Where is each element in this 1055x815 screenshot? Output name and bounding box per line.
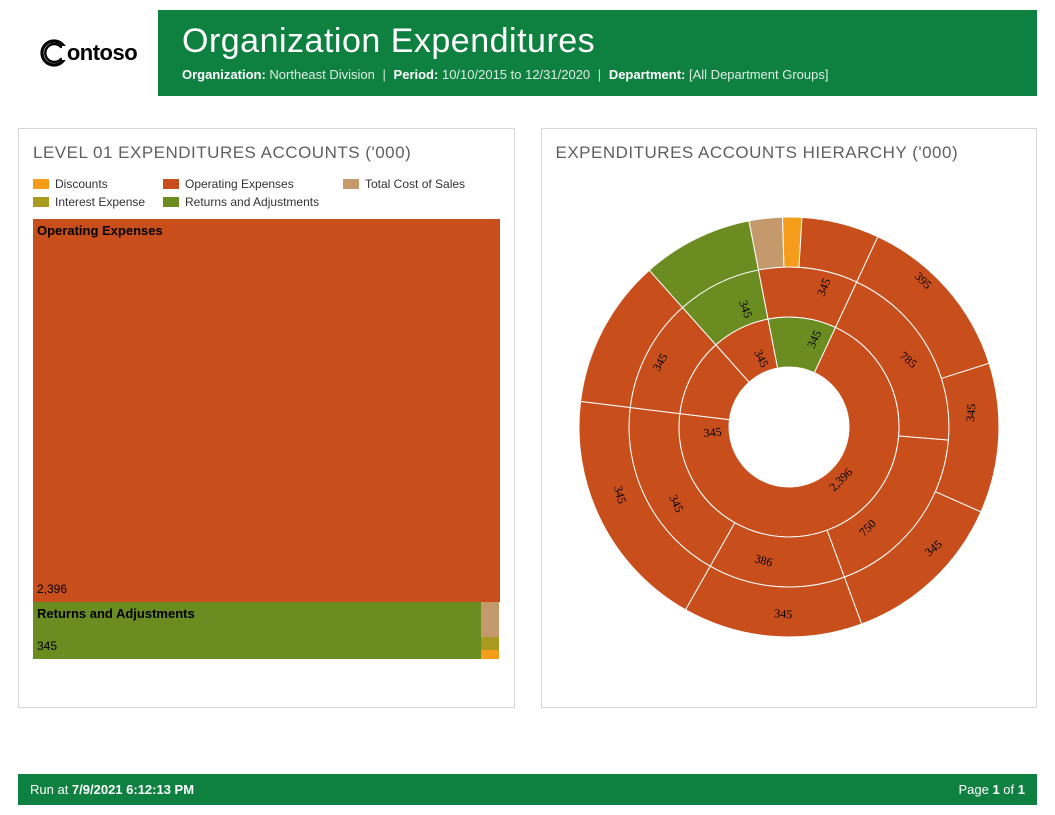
treemap-block-interest[interactable] <box>481 637 500 650</box>
panel-title-right: EXPENDITURES ACCOUNTS HIERARCHY ('000) <box>556 143 1023 163</box>
logo-text: ontoso <box>67 40 137 66</box>
legend-item: Returns and Adjustments <box>163 195 343 209</box>
legend-label: Total Cost of Sales <box>365 177 465 191</box>
org-value: Northeast Division <box>269 67 375 82</box>
swatch-icon <box>163 179 179 189</box>
dept-label: Department: <box>609 67 686 82</box>
treemap-panel: LEVEL 01 EXPENDITURES ACCOUNTS ('000) Di… <box>18 128 515 708</box>
title-bar: Organization Expenditures Organization: … <box>158 10 1037 96</box>
swatch-icon <box>343 179 359 189</box>
legend-item: Discounts <box>33 177 163 191</box>
treemap-block-label: Returns and Adjustments <box>33 602 481 621</box>
legend-item: Total Cost of Sales <box>343 177 493 191</box>
treemap-block-operating-expenses[interactable]: Operating Expenses 2,396 <box>33 219 500 602</box>
legend-label: Operating Expenses <box>185 177 294 191</box>
treemap-block-value: 345 <box>33 639 63 657</box>
org-label: Organization: <box>182 67 266 82</box>
run-time: 7/9/2021 6:12:13 PM <box>72 782 194 797</box>
footer-runtime: Run at 7/9/2021 6:12:13 PM <box>30 782 194 797</box>
legend-label: Interest Expense <box>55 195 145 209</box>
report-header: ontoso Organization Expenditures Organiz… <box>18 10 1037 96</box>
contoso-c-icon <box>39 38 69 68</box>
sunburst-chart[interactable]: 2,396 345 345 345 785 750 386 345 345 34… <box>556 177 1023 677</box>
sun-label: 345 <box>703 424 722 440</box>
treemap-block-returns[interactable]: Returns and Adjustments 345 <box>33 602 481 659</box>
subtitle: Organization: Northeast Division | Perio… <box>182 67 1013 82</box>
legend-label: Discounts <box>55 177 108 191</box>
treemap-legend: Discounts Operating Expenses Total Cost … <box>33 177 500 209</box>
treemap-block-discounts[interactable] <box>481 650 500 659</box>
panels-row: LEVEL 01 EXPENDITURES ACCOUNTS ('000) Di… <box>18 128 1037 708</box>
swatch-icon <box>33 179 49 189</box>
page-title: Organization Expenditures <box>182 22 1013 61</box>
page-num: 1 <box>992 782 999 797</box>
page-total: 1 <box>1018 782 1025 797</box>
legend-label: Returns and Adjustments <box>185 195 319 209</box>
sunburst-panel: EXPENDITURES ACCOUNTS HIERARCHY ('000) <box>541 128 1038 708</box>
period-label: Period: <box>394 67 439 82</box>
separator: | <box>383 67 386 82</box>
swatch-icon <box>163 197 179 207</box>
sunburst-svg: 2,396 345 345 345 785 750 386 345 345 34… <box>559 197 1019 657</box>
footer-pagenum: Page 1 of 1 <box>958 782 1025 797</box>
sunburst-hole <box>729 367 849 487</box>
treemap-chart[interactable]: Operating Expenses 2,396 Returns and Adj… <box>33 219 500 659</box>
period-value: 10/10/2015 to 12/31/2020 <box>442 67 590 82</box>
page-of: of <box>1000 782 1018 797</box>
report-footer: Run at 7/9/2021 6:12:13 PM Page 1 of 1 <box>18 774 1037 805</box>
treemap-block-value: 2,396 <box>33 582 73 600</box>
dept-value: [All Department Groups] <box>689 67 828 82</box>
treemap-block-label: Operating Expenses <box>33 219 500 238</box>
legend-item: Operating Expenses <box>163 177 343 191</box>
treemap-block-total-cost[interactable] <box>481 602 500 637</box>
swatch-icon <box>33 197 49 207</box>
run-prefix: Run at <box>30 782 72 797</box>
contoso-logo: ontoso <box>39 38 137 68</box>
sun-label: 345 <box>773 606 792 622</box>
sun-label: 345 <box>963 403 979 422</box>
legend-item: Interest Expense <box>33 195 163 209</box>
logo-box: ontoso <box>18 10 158 96</box>
page-prefix: Page <box>958 782 992 797</box>
panel-title-left: LEVEL 01 EXPENDITURES ACCOUNTS ('000) <box>33 143 500 163</box>
separator: | <box>598 67 601 82</box>
